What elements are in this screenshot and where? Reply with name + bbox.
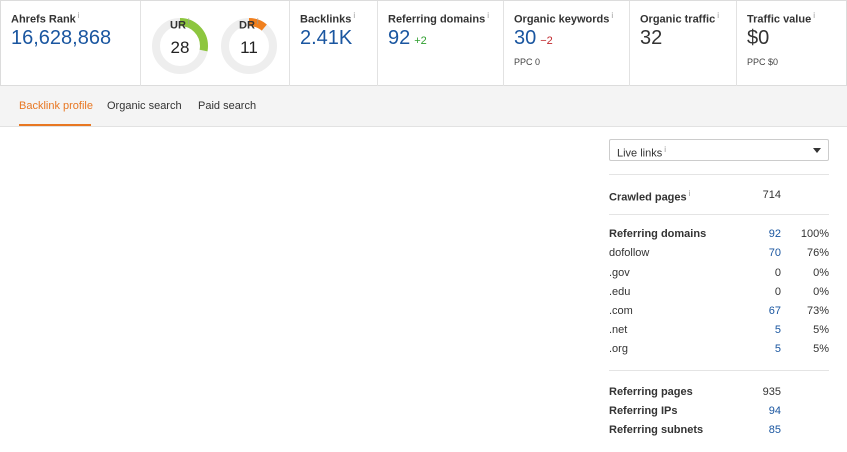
active-tab-indicator	[19, 124, 91, 126]
chevron-down-icon	[813, 148, 821, 153]
tab-organic-search[interactable]: Organic search	[107, 100, 182, 112]
metric-value[interactable]: 16,628,868	[11, 27, 111, 50]
metric-value[interactable]: 30	[514, 27, 536, 49]
metrics-bar: Ahrefs Rank i 16,628,868 UR i 28 DR i 11 Ba…	[0, 0, 847, 86]
metric-label: Organic keywords	[514, 13, 610, 26]
metric-value: 32	[640, 27, 663, 49]
row-value: 0	[774, 286, 781, 298]
ur-label: UR	[170, 19, 186, 32]
metric-value: $0	[747, 27, 770, 49]
info-icon[interactable]: i	[611, 11, 613, 20]
row-value[interactable]: 85	[769, 424, 781, 436]
metric-sub: PPC 0	[514, 57, 541, 67]
row-label: .gov	[609, 267, 630, 279]
live-links-select[interactable]: Live links i	[609, 139, 829, 161]
divider	[609, 214, 829, 215]
row-value[interactable]: 70	[769, 247, 781, 259]
row-label: Referring subnets	[609, 424, 704, 436]
info-icon[interactable]: i	[78, 11, 80, 20]
row-label: Referring pages	[609, 386, 693, 398]
ur-gauge[interactable]: UR i 28	[150, 6, 210, 84]
info-icon[interactable]: i	[487, 11, 489, 20]
dr-value: 11	[240, 38, 258, 57]
metric-label: Ahrefs Rank	[11, 13, 76, 26]
info-icon[interactable]: i	[188, 17, 190, 26]
metric-traffic-value: Traffic value i $0 PPC $0	[737, 1, 846, 86]
metric-value[interactable]: 2.41K	[300, 27, 352, 50]
row-value: 0	[774, 267, 781, 279]
divider	[609, 370, 829, 371]
row-label: .net	[609, 324, 628, 336]
row-label: Referring IPs	[609, 405, 678, 417]
metric-backlinks: Backlinks i 2.41K	[290, 1, 378, 86]
row-value[interactable]: 92	[769, 228, 781, 240]
tab-backlink-profile[interactable]: Backlink profile	[19, 100, 93, 112]
row-value[interactable]: 67	[769, 305, 781, 317]
info-icon[interactable]: i	[664, 145, 666, 154]
row-value[interactable]: 5	[775, 343, 781, 355]
info-icon[interactable]: i	[813, 11, 815, 20]
metric-label: Backlinks	[300, 13, 352, 26]
row-percent: 73%	[806, 305, 829, 317]
divider	[609, 174, 829, 175]
info-icon[interactable]: i	[257, 17, 259, 26]
dr-gauge[interactable]: DR i 11	[219, 6, 279, 84]
metric-label: Organic traffic	[640, 13, 716, 26]
metric-ratings: UR i 28 DR i 11	[141, 1, 290, 86]
metric-organic-keywords: Organic keywords i 30 −2 PPC 0	[504, 1, 630, 86]
metric-ahrefs-rank: Ahrefs Rank i 16,628,868	[1, 1, 141, 86]
crawled-pages-value: 714	[762, 189, 781, 201]
ur-value: 28	[170, 38, 190, 57]
info-icon[interactable]: i	[353, 11, 355, 20]
row-percent: 0%	[813, 267, 829, 279]
delta-badge: −2	[540, 35, 553, 47]
row-value: 935	[762, 386, 781, 398]
row-percent: 5%	[813, 324, 829, 336]
row-label: .org	[609, 343, 628, 355]
row-percent: 5%	[813, 343, 829, 355]
metric-sub: PPC $0	[747, 57, 779, 67]
crawled-pages-label: Crawled pages	[609, 191, 687, 204]
delta-badge: +2	[414, 35, 427, 47]
metric-value[interactable]: 92	[388, 27, 410, 49]
row-value[interactable]: 5	[775, 324, 781, 336]
metric-organic-traffic: Organic traffic i 32	[630, 1, 737, 86]
tab-bar: Backlink profile Organic search Paid sea…	[0, 86, 847, 127]
row-label: Referring domains	[609, 228, 707, 240]
metric-referring-domains: Referring domains i 92 +2	[378, 1, 504, 86]
row-label: .edu	[609, 286, 631, 298]
row-percent: 100%	[800, 228, 829, 240]
info-icon[interactable]: i	[717, 11, 719, 20]
row-label: .com	[609, 305, 633, 317]
row-percent: 0%	[813, 286, 829, 298]
tab-paid-search[interactable]: Paid search	[198, 100, 256, 112]
metric-label: Traffic value	[747, 13, 812, 26]
dr-label: DR	[239, 19, 255, 32]
info-icon[interactable]: i	[689, 189, 691, 198]
row-value[interactable]: 94	[769, 405, 781, 417]
row-label: dofollow	[609, 247, 650, 259]
metric-label: Referring domains	[388, 13, 486, 26]
select-value: Live links	[617, 147, 663, 160]
row-percent: 76%	[806, 247, 829, 259]
